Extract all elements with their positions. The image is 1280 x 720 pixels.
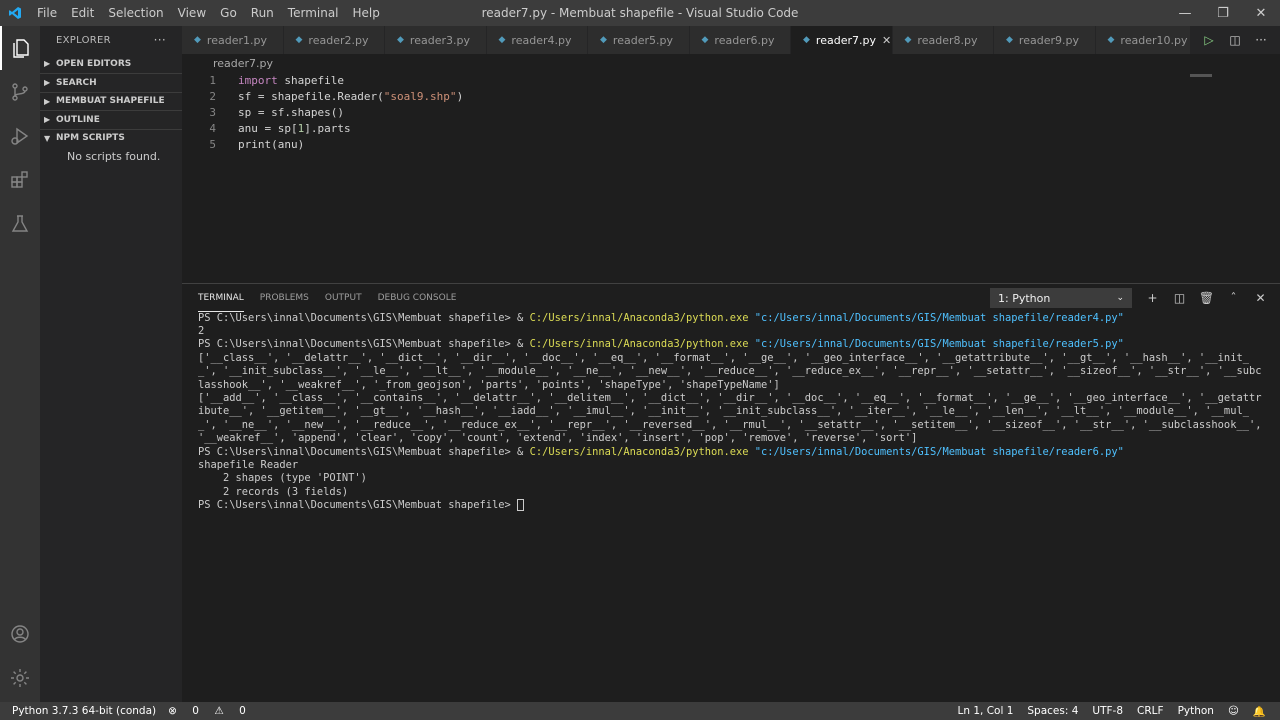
explorer-icon[interactable] (0, 26, 40, 70)
more-actions-icon[interactable]: ··· (1248, 33, 1274, 47)
terminal-output[interactable]: PS C:\Users\innal\Documents\GIS\Membuat … (182, 312, 1264, 513)
explorer-more-icon[interactable]: ··· (154, 33, 166, 47)
error-icon: ⊗ (168, 705, 177, 717)
tab-reader8[interactable]: ◆ reader8.py (892, 26, 994, 54)
menu-go[interactable]: Go (213, 6, 244, 20)
menu-file[interactable]: File (30, 6, 64, 20)
split-editor-icon[interactable]: ◫ (1222, 33, 1248, 47)
run-debug-icon[interactable] (0, 114, 40, 158)
menu-selection[interactable]: Selection (101, 6, 170, 20)
close-tab-icon[interactable]: ✕ (882, 34, 891, 47)
explorer-header: EXPLORER ··· (40, 26, 182, 54)
code-line: 1 import shapefile (209, 73, 344, 87)
section-open-editors[interactable]: ▶ OPEN EDITORS (40, 55, 182, 73)
tab-reader4[interactable]: ◆ reader4.py (486, 26, 588, 54)
encoding[interactable]: UTF-8 (1092, 705, 1123, 717)
testing-flask-icon[interactable] (0, 202, 40, 246)
chevron-down-icon: ▼ (44, 133, 51, 143)
cursor-position[interactable]: Ln 1, Col 1 (958, 705, 1014, 717)
menu-edit[interactable]: Edit (64, 6, 101, 20)
feedback-icon[interactable]: ☺ (1228, 705, 1239, 717)
chevron-right-icon: ▶ (44, 115, 51, 124)
menu-view[interactable]: View (171, 6, 213, 20)
editor-tab-bar: ◆ reader1.py ◆ reader2.py ◆ reader3.py ◆ rea… (182, 26, 1280, 54)
python-file-icon: ◆ (1006, 35, 1013, 45)
trash-icon[interactable]: 🗑 (1193, 291, 1220, 305)
menu-run[interactable]: Run (244, 6, 281, 20)
tab-reader6[interactable]: ◆ reader6.py (689, 26, 791, 54)
title-bar: File Edit Selection View Go Run Terminal… (0, 0, 1280, 26)
python-file-icon: ◆ (904, 35, 912, 45)
code-line: 4 anu = sp[1].parts (209, 121, 351, 135)
python-file-icon: ◆ (295, 35, 303, 45)
warning-icon: ⚠ (214, 705, 224, 717)
section-membuat-shapefile[interactable]: ▶ MEMBUAT SHAPEFILE (40, 91, 182, 110)
activity-bar (0, 26, 40, 702)
status-bar: Python 3.7.3 64-bit (conda) ⊗ 0 ⚠ 0 Ln 1… (0, 702, 1280, 720)
npm-empty-message: No scripts found. (67, 149, 161, 163)
tab-reader3[interactable]: ◆ reader3.py (385, 26, 487, 54)
account-icon[interactable] (0, 612, 40, 656)
indentation[interactable]: Spaces: 4 (1027, 705, 1078, 717)
tab-debug-console[interactable]: DEBUG CONSOLE (378, 284, 457, 312)
chevron-down-icon: ⌄ (1116, 293, 1124, 303)
panel-tab-bar: TERMINAL PROBLEMS OUTPUT DEBUG CONSOLE 1… (182, 284, 1280, 312)
python-file-icon: ◆ (194, 35, 201, 45)
python-file-icon: ◆ (701, 35, 709, 45)
chevron-right-icon: ▶ (44, 78, 51, 87)
problems-indicator[interactable]: ⊗ 0 ⚠ 0 (168, 705, 258, 717)
vscode-logo-icon (0, 0, 30, 26)
tab-output[interactable]: OUTPUT (325, 284, 362, 312)
language-mode[interactable]: Python (1178, 705, 1214, 717)
explorer-title: EXPLORER (56, 34, 111, 46)
section-outline[interactable]: ▶ OUTLINE (40, 110, 182, 128)
chevron-right-icon: ▶ (44, 96, 51, 106)
code-line: 2 sf = shapefile.Reader("soal9.shp") (209, 89, 464, 103)
minimize-button[interactable]: — (1166, 0, 1204, 26)
python-file-icon: ◆ (803, 35, 810, 45)
tab-reader7[interactable]: ◆ reader7.py ✕ (791, 26, 893, 54)
tab-problems[interactable]: PROBLEMS (260, 284, 309, 312)
menu-help[interactable]: Help (346, 6, 387, 20)
python-file-icon: ◆ (397, 35, 404, 45)
window-title: reader7.py - Membuat shapefile - Visual … (481, 6, 799, 20)
chevron-right-icon: ▶ (44, 59, 51, 68)
maximize-button[interactable]: ❐ (1204, 0, 1242, 26)
terminal-select[interactable]: 1: Python ⌄ (990, 288, 1132, 308)
code-line: 3 sp = sf.shapes() (209, 105, 344, 119)
tab-terminal[interactable]: TERMINAL (198, 284, 244, 312)
breadcrumb[interactable]: reader7.py (182, 54, 273, 72)
notifications-bell-icon[interactable]: 🔔 (1253, 705, 1266, 718)
terminal-cursor (517, 499, 525, 512)
settings-gear-icon[interactable] (0, 656, 40, 700)
explorer-sidebar: EXPLORER ··· ▶ OPEN EDITORS ▶ SEARCH ▶ MEMB… (40, 26, 182, 702)
close-window-button[interactable]: ✕ (1242, 0, 1280, 26)
section-search[interactable]: ▶ SEARCH (40, 73, 182, 91)
python-interpreter[interactable]: Python 3.7.3 64-bit (conda) (12, 705, 156, 717)
python-file-icon: ◆ (600, 35, 607, 45)
menu-terminal[interactable]: Terminal (281, 6, 346, 20)
chevron-up-icon[interactable]: ˆ (1220, 291, 1247, 305)
python-file-icon: ◆ (498, 35, 506, 45)
tab-reader1[interactable]: ◆ reader1.py (182, 26, 284, 54)
code-editor[interactable]: 1 import shapefile 2 sf = shapefile.Reader… (182, 72, 1280, 282)
section-npm-scripts[interactable]: ▼ NPM SCRIPTS (40, 128, 182, 147)
new-terminal-icon[interactable]: + (1139, 291, 1166, 305)
menu-bar: File Edit Selection View Go Run Terminal… (30, 6, 387, 20)
minimap[interactable] (1190, 74, 1212, 77)
tab-reader9[interactable]: ◆ reader9.py (994, 26, 1096, 54)
tab-reader2[interactable]: ◆ reader2.py (283, 26, 385, 54)
run-python-file-icon[interactable]: ▷ (1196, 33, 1222, 47)
python-file-icon: ◆ (1107, 35, 1115, 45)
code-line: 5 print(anu) (209, 137, 305, 151)
tab-reader10[interactable]: ◆ reader10.py (1095, 26, 1197, 54)
close-panel-icon[interactable]: ✕ (1247, 291, 1274, 305)
split-terminal-icon[interactable]: ◫ (1166, 291, 1193, 305)
extensions-icon[interactable] (0, 158, 40, 202)
bottom-panel: TERMINAL PROBLEMS OUTPUT DEBUG CONSOLE 1… (182, 283, 1280, 702)
source-control-icon[interactable] (0, 70, 40, 114)
line-ending[interactable]: CRLF (1137, 705, 1164, 717)
tab-reader5[interactable]: ◆ reader5.py (588, 26, 690, 54)
